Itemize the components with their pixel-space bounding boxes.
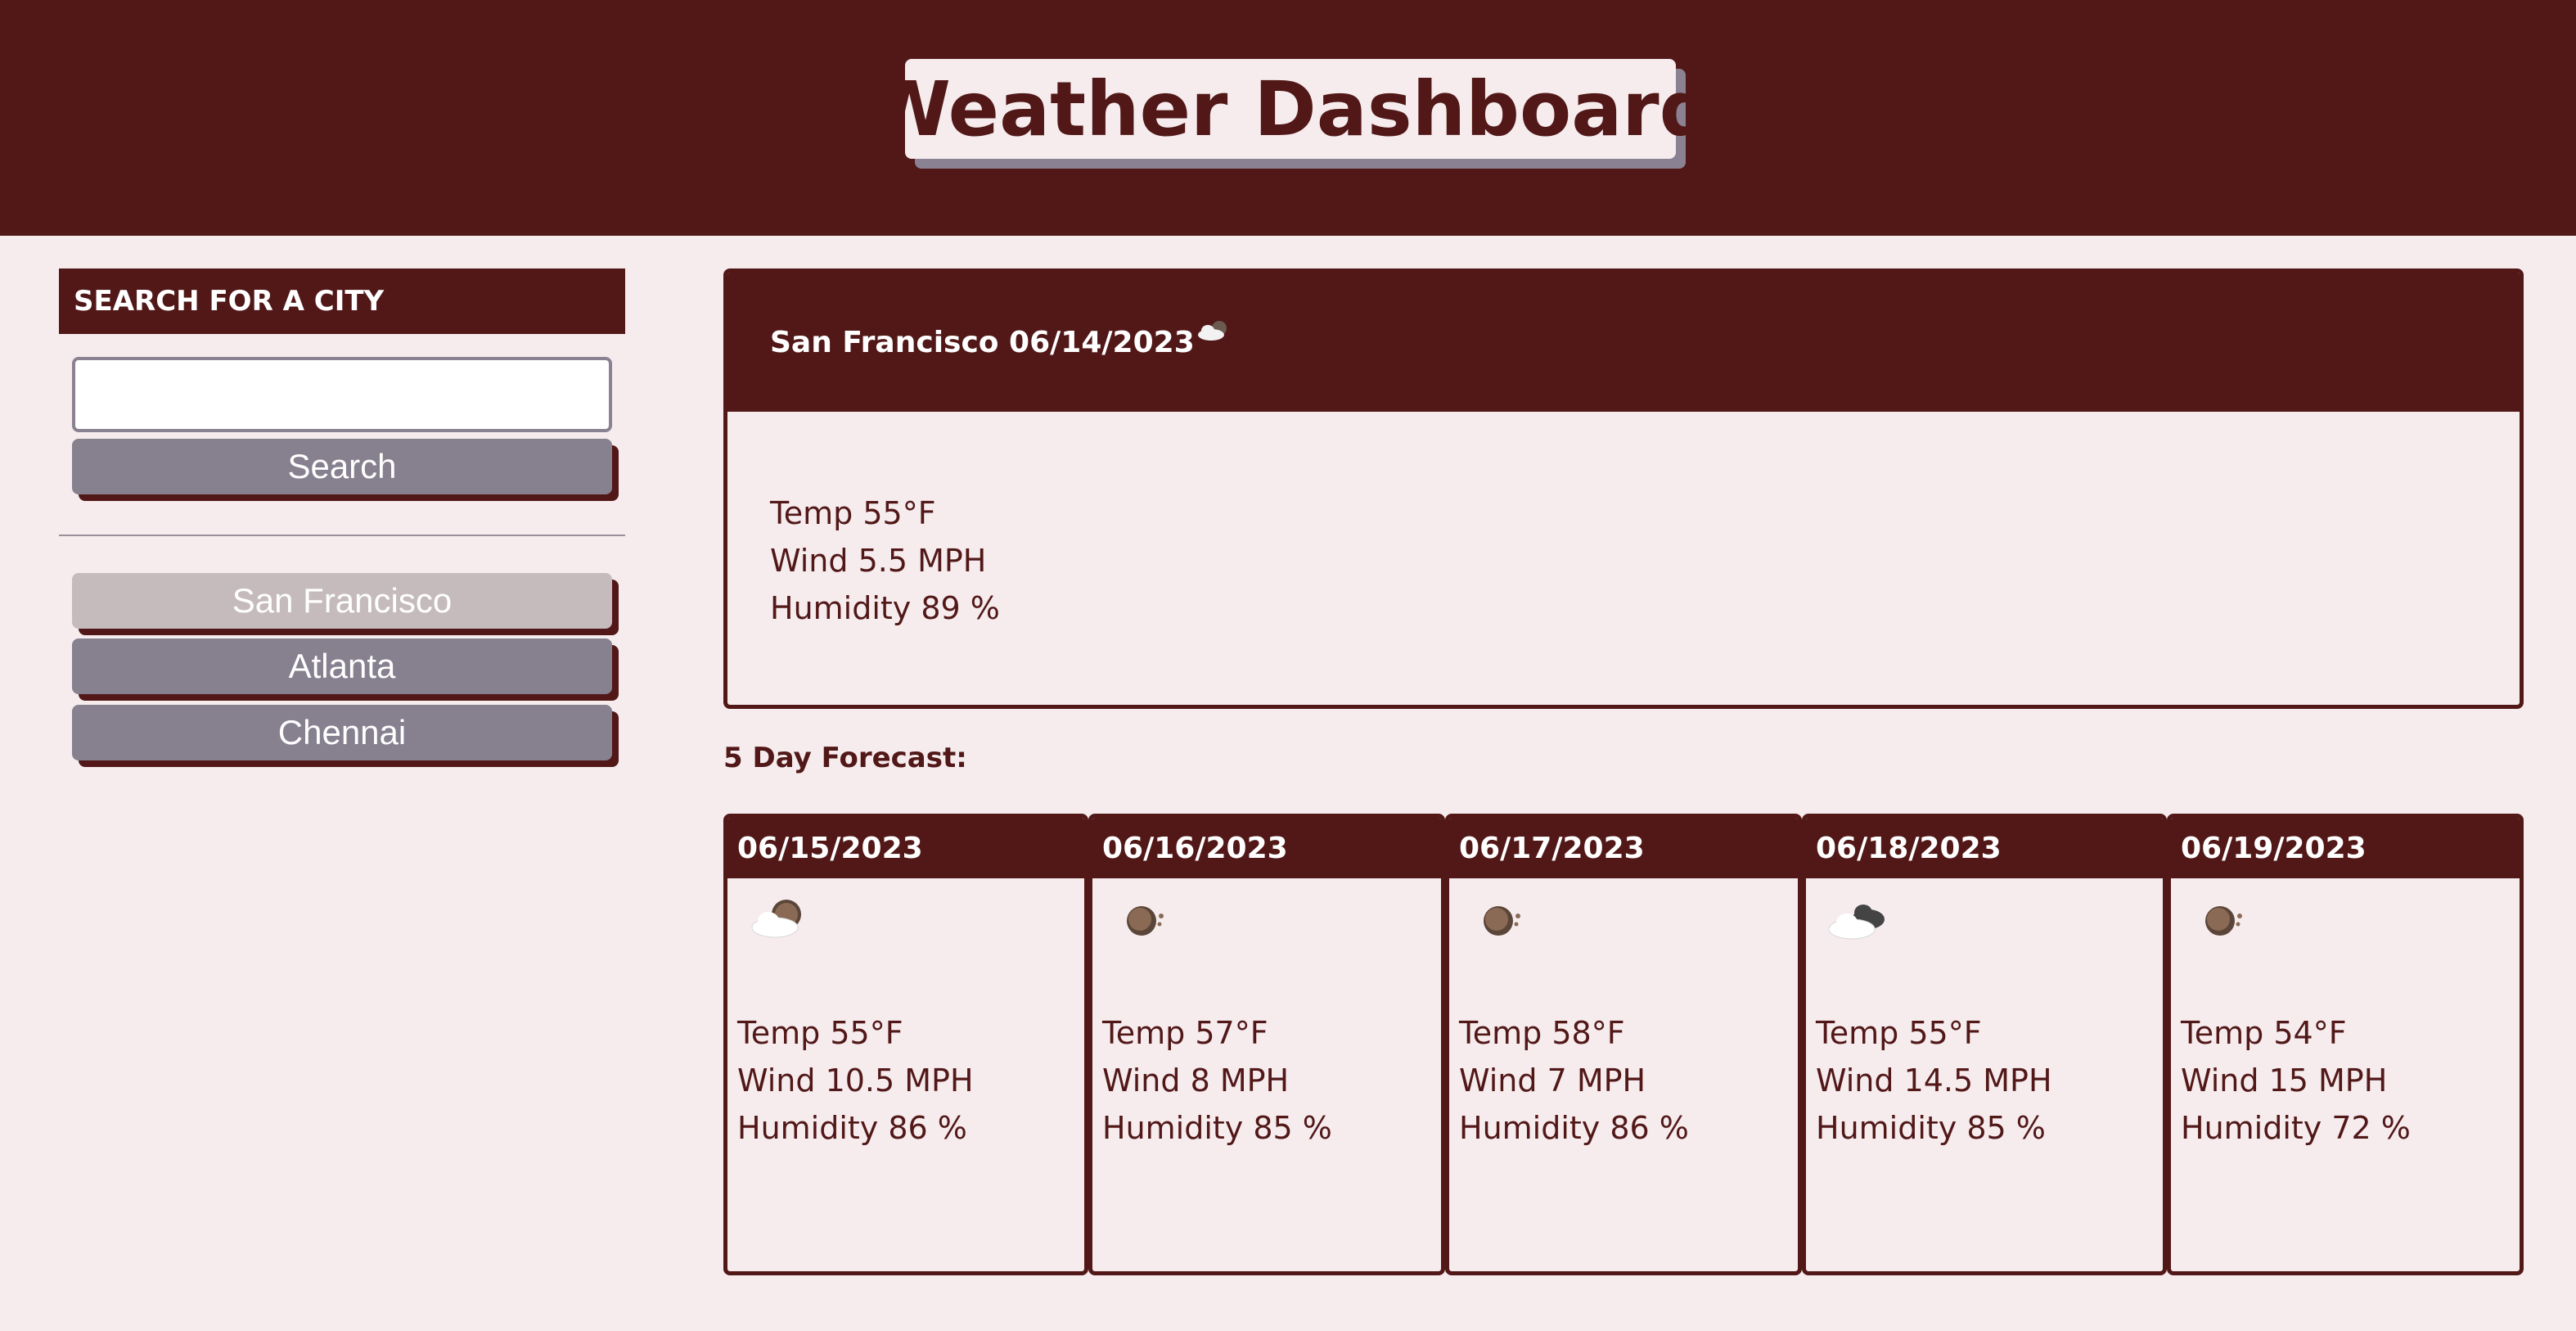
current-weather-details: Temp 55°F Wind 5.5 MPH Humidity 89 % [770,490,1000,632]
partly-cloudy-icon [1196,318,1232,350]
forecast-temp: Temp 55°F [1816,1015,1982,1051]
forecast-wind: Wind 8 MPH [1102,1063,1290,1099]
cloudy-night-icon [1826,896,1891,945]
forecast-card: 06/19/2023 Temp 54°F Wind 15 MPH Humidit… [2167,814,2524,1275]
forecast-humidity: Humidity 86 % [1459,1110,1689,1146]
forecast-details: Temp 55°F Wind 14.5 MPH Humidity 85 % [1816,1009,2052,1152]
history-city-button[interactable]: Chennai [72,705,612,760]
current-temp: Temp 55°F [770,495,936,531]
current-weather-header: San Francisco 06/14/2023 [727,273,2520,412]
forecast-date: 06/17/2023 [1449,818,1798,878]
forecast-temp: Temp 55°F [737,1015,903,1051]
history-city-button[interactable]: Atlanta [72,638,612,694]
forecast-details: Temp 57°F Wind 8 MPH Humidity 85 % [1102,1009,1332,1152]
forecast-date: 06/15/2023 [727,818,1084,878]
search-button[interactable]: Search [72,439,612,494]
forecast-card: 06/15/2023 Temp 55°F Wind 10.5 MPH Humid… [723,814,1088,1275]
current-weather-card: San Francisco 06/14/2023 Temp 55°F Wind … [723,268,2524,709]
forecast-card: 06/18/2023 Temp 55°F Wind 14.5 MPH Humid… [1802,814,2167,1275]
forecast-details: Temp 54°F Wind 15 MPH Humidity 72 % [2181,1009,2411,1152]
history-city-button[interactable]: San Francisco [72,573,612,629]
page-title: Weather Dashboard [867,65,1714,153]
forecast-wind: Wind 7 MPH [1459,1063,1646,1099]
clear-night-icon [2191,896,2256,945]
clear-night-icon [1469,896,1534,945]
current-humidity: Humidity 89 % [770,590,1000,626]
city-search-input[interactable] [72,357,612,432]
clear-night-icon [1112,896,1178,945]
forecast-temp: Temp 54°F [2181,1015,2347,1051]
title-box: Weather Dashboard [867,59,1714,159]
partly-cloudy-icon [747,896,813,945]
forecast-humidity: Humidity 85 % [1102,1110,1332,1146]
forecast-card: 06/17/2023 Temp 58°F Wind 7 MPH Humidity… [1445,814,1802,1275]
page-header: Weather Dashboard [0,0,2576,236]
forecast-date: 06/16/2023 [1092,818,1441,878]
forecast-humidity: Humidity 86 % [737,1110,967,1146]
forecast-humidity: Humidity 72 % [2181,1110,2411,1146]
forecast-date: 06/18/2023 [1806,818,2163,878]
forecast-temp: Temp 58°F [1459,1015,1625,1051]
forecast-humidity: Humidity 85 % [1816,1110,2046,1146]
forecast-wind: Wind 14.5 MPH [1816,1063,2052,1099]
forecast-card: 06/16/2023 Temp 57°F Wind 8 MPH Humidity… [1088,814,1445,1275]
current-city-date: San Francisco 06/14/2023 [770,325,1195,359]
forecast-details: Temp 55°F Wind 10.5 MPH Humidity 86 % [737,1009,974,1152]
forecast-date: 06/19/2023 [2171,818,2520,878]
sidebar-divider [59,535,625,536]
forecast-temp: Temp 57°F [1102,1015,1268,1051]
forecast-wind: Wind 10.5 MPH [737,1063,974,1099]
forecast-wind: Wind 15 MPH [2181,1063,2388,1099]
search-heading: SEARCH FOR A CITY [59,268,625,334]
forecast-title: 5 Day Forecast: [723,742,967,774]
forecast-details: Temp 58°F Wind 7 MPH Humidity 86 % [1459,1009,1689,1152]
current-wind: Wind 5.5 MPH [770,543,987,579]
